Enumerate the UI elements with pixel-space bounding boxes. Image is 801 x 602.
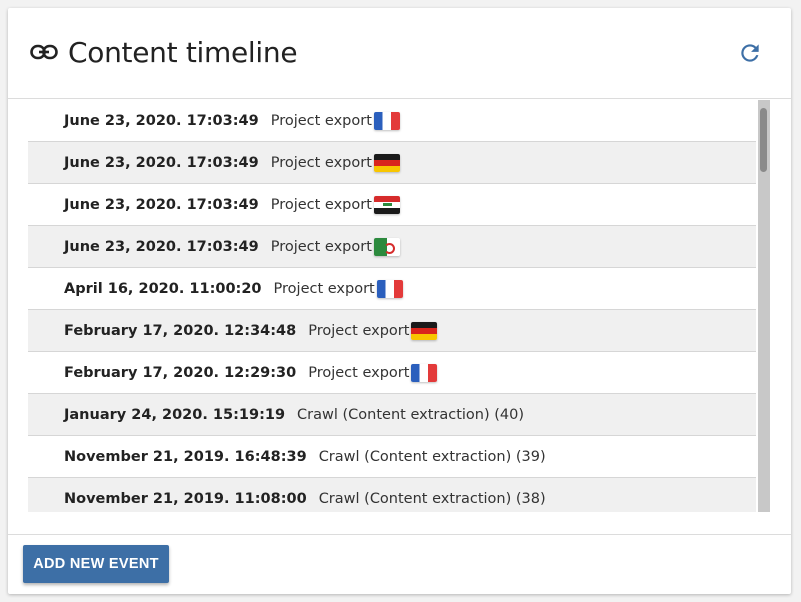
event-label: Crawl (Content extraction) (40) bbox=[297, 406, 525, 423]
timeline-row[interactable]: June 23, 2020. 17:03:49 Project export bbox=[28, 184, 756, 226]
event-label: Project export bbox=[270, 154, 372, 171]
footer-divider bbox=[8, 534, 791, 535]
event-label: Project export bbox=[270, 196, 372, 213]
content-timeline-card: Content timeline June 23, 2020. 17:03:49… bbox=[8, 8, 791, 594]
event-label: Project export bbox=[308, 322, 410, 339]
vertical-scrollbar[interactable] bbox=[758, 100, 770, 512]
event-date: November 21, 2019. 16:48:39 bbox=[64, 448, 307, 465]
event-label: Crawl (Content extraction) (38) bbox=[318, 490, 546, 507]
event-label: Crawl (Content extraction) (39) bbox=[318, 448, 546, 465]
timeline-row[interactable]: November 21, 2019. 16:48:39 Crawl (Conte… bbox=[28, 436, 756, 478]
event-date: November 21, 2019. 11:08:00 bbox=[64, 490, 307, 507]
event-date: February 17, 2020. 12:29:30 bbox=[64, 364, 297, 381]
event-date: June 23, 2020. 17:03:49 bbox=[64, 154, 259, 171]
link-icon bbox=[30, 44, 58, 60]
event-date: April 16, 2020. 11:00:20 bbox=[64, 280, 262, 297]
scrollbar-thumb[interactable] bbox=[760, 108, 767, 172]
flag-icon bbox=[411, 363, 438, 382]
event-date: June 23, 2020. 17:03:49 bbox=[64, 238, 259, 255]
event-label: Project export bbox=[308, 364, 410, 381]
event-label: Project export bbox=[270, 112, 372, 129]
timeline-row[interactable]: January 24, 2020. 15:19:19 Crawl (Conten… bbox=[28, 394, 756, 436]
flag-icon bbox=[376, 279, 403, 298]
event-date: June 23, 2020. 17:03:49 bbox=[64, 112, 259, 129]
event-date: February 17, 2020. 12:34:48 bbox=[64, 322, 297, 339]
page-title: Content timeline bbox=[68, 36, 298, 69]
timeline-list: June 23, 2020. 17:03:49 Project export J… bbox=[28, 100, 756, 512]
timeline-row[interactable]: November 21, 2019. 11:08:00 Crawl (Conte… bbox=[28, 478, 756, 512]
flag-icon bbox=[373, 237, 400, 256]
timeline-row[interactable]: February 17, 2020. 12:29:30 Project expo… bbox=[28, 352, 756, 394]
timeline-row[interactable]: February 17, 2020. 12:34:48 Project expo… bbox=[28, 310, 756, 352]
flag-icon bbox=[373, 111, 400, 130]
event-label: Project export bbox=[273, 280, 375, 297]
timeline-list-viewport[interactable]: June 23, 2020. 17:03:49 Project export J… bbox=[28, 100, 770, 512]
flag-icon bbox=[411, 321, 438, 340]
flag-icon bbox=[373, 195, 400, 214]
event-label: Project export bbox=[270, 238, 372, 255]
refresh-icon[interactable] bbox=[737, 40, 763, 66]
add-new-event-button[interactable]: ADD NEW EVENT bbox=[23, 545, 169, 583]
event-date: June 23, 2020. 17:03:49 bbox=[64, 196, 259, 213]
timeline-row[interactable]: June 23, 2020. 17:03:49 Project export bbox=[28, 226, 756, 268]
timeline-row[interactable]: June 23, 2020. 17:03:49 Project export bbox=[28, 100, 756, 142]
event-date: January 24, 2020. 15:19:19 bbox=[64, 406, 286, 423]
card-header: Content timeline bbox=[8, 8, 791, 99]
timeline-row[interactable]: April 16, 2020. 11:00:20 Project export bbox=[28, 268, 756, 310]
timeline-row[interactable]: June 23, 2020. 17:03:49 Project export bbox=[28, 142, 756, 184]
flag-icon bbox=[373, 153, 400, 172]
